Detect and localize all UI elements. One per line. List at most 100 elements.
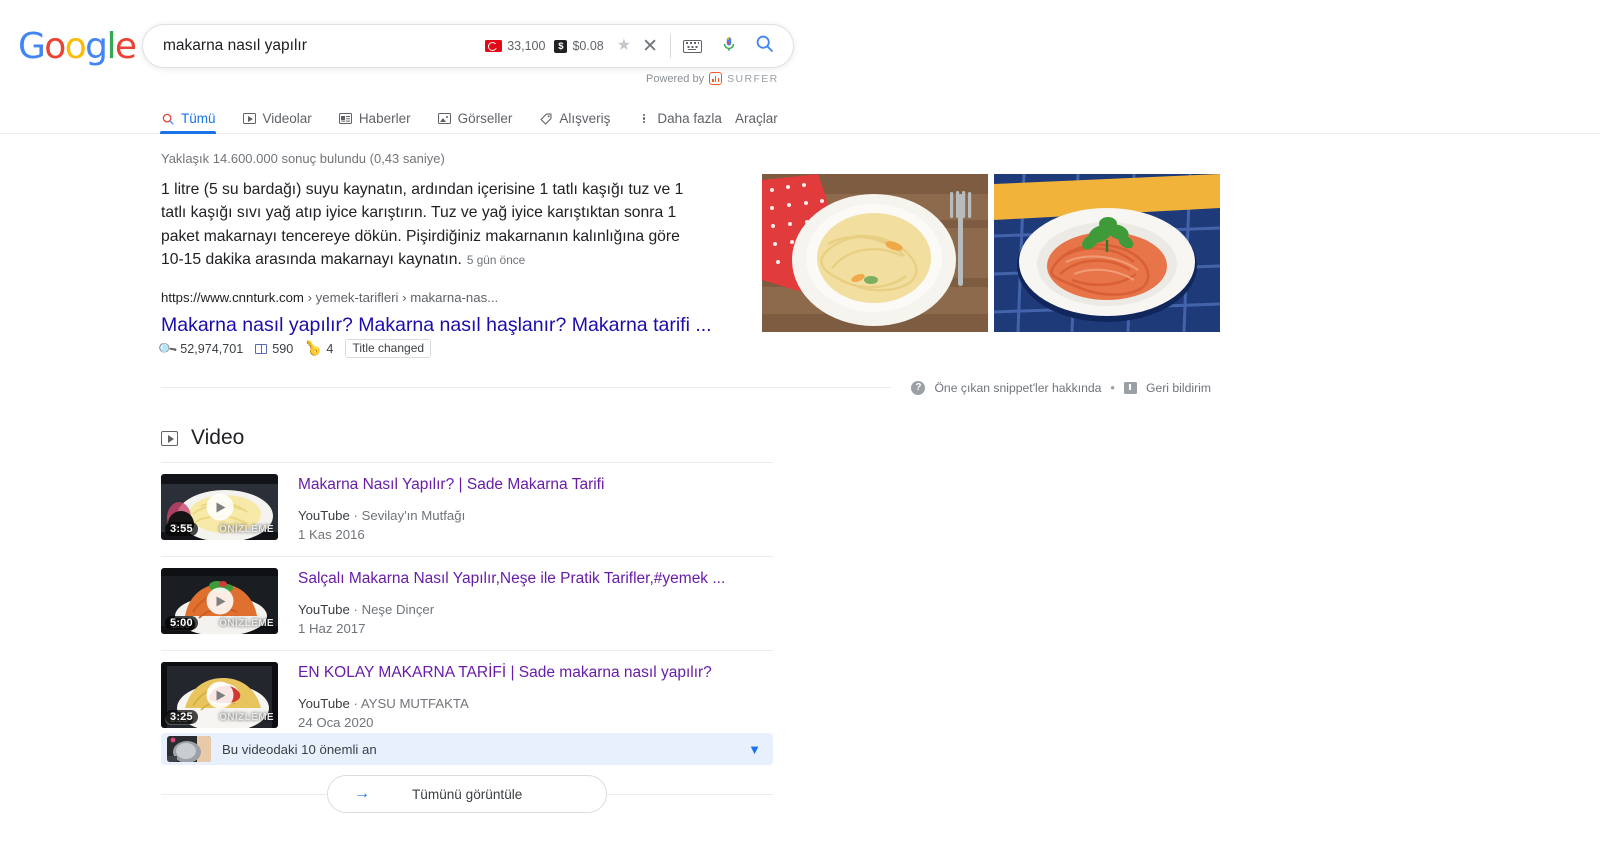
video-duration: 3:55 [165,522,198,536]
search-icon [160,111,175,126]
about-snippets-link[interactable]: Öne çıkan snippet'ler hakkında [934,381,1101,395]
search-submit-icon[interactable] [754,33,775,59]
snippet-image-2[interactable] [994,174,1220,332]
video-meta: Makarna Nasıl Yapılır? | Sade Makarna Ta… [298,474,604,544]
tab-all[interactable]: Tümü [160,103,242,134]
tab-images-label: Görseller [457,111,513,126]
breadcrumb-separator-1: › [307,290,312,305]
google-logo[interactable]: Google [18,26,137,67]
video-meta-separator: · [353,696,358,711]
tab-more[interactable]: Daha fazla [636,103,748,134]
tab-shopping[interactable]: Alışveriş [538,103,636,134]
video-list-item[interactable]: 3:25 3:25 ÖNİZLEME EN KOLAY MAKARNA TARİ… [161,650,773,744]
book-icon [255,343,268,354]
view-all-button[interactable]: → Tümünü görüntüle [327,775,607,813]
video-preview-label: ÖNİZLEME [219,712,274,723]
play-button-icon[interactable] [206,493,233,521]
video-source: YouTube [298,602,350,617]
seo-word-count: 590 [255,342,293,356]
video-channel-name: Neşe Dinçer [361,602,435,617]
snippet-image-1[interactable] [762,174,988,332]
video-results-list: 3:55 3:55 ÖNİZLEME Makarna Nasıl Yapılır… [161,462,773,744]
video-source: YouTube [298,508,350,523]
video-channel-line: YouTube · Sevilay'ın Mutfağı [298,507,604,525]
featured-snippet: 1 litre (5 su bardağı) suyu kaynatın, ar… [161,178,706,272]
news-icon [338,111,353,126]
feedback-link[interactable]: Geri bildirim [1146,381,1211,395]
tab-shopping-label: Alışveriş [559,111,611,126]
search-nav-tabs: Tümü Videolar Haberler Görseller Alışver… [160,103,748,134]
surfer-logo-icon [709,72,723,85]
video-section-title: Video [191,426,245,449]
video-icon [161,430,178,446]
seo-search-volume: 🔍 52,974,701 [156,337,243,360]
video-section-header: Video [161,426,244,450]
result-title-link[interactable]: Makarna nasıl yapılır? Makarna nasıl haş… [161,313,712,338]
tab-videos-label: Videolar [262,111,312,126]
result-url-breadcrumb: https://www.cnnturk.com › yemek-tarifler… [161,289,498,307]
video-list-item[interactable]: 5:00 5:00 ÖNİZLEME Salçalı Makarna Nasıl… [161,556,773,650]
tools-button[interactable]: Araçlar [735,103,778,134]
arrow-right-icon: → [354,785,370,802]
feedback-icon[interactable] [1123,381,1137,394]
video-channel-line: YouTube · Neşe Dinçer [298,601,725,619]
tab-more-label: Daha fazla [657,111,722,126]
logo-letter-g1: G [18,26,46,67]
video-list-item[interactable]: 3:55 3:55 ÖNİZLEME Makarna Nasıl Yapılır… [161,462,773,556]
video-title-link[interactable]: EN KOLAY MAKARNA TARİFİ | Sade makarna n… [298,663,712,683]
video-icon [242,111,257,126]
breadcrumb-separator-2: › [402,290,407,305]
key-moments-bar[interactable]: Bu videodaki 10 önemli an ▼ [161,733,773,765]
search-metrics-group: 33,100 $ $0.08 ★ ✕ [485,37,666,56]
video-thumbnail[interactable]: 3:55 3:55 ÖNİZLEME [161,474,278,540]
close-icon[interactable]: ✕ [642,37,658,56]
snippet-footer: ? Öne çıkan snippet'ler hakkında • Geri … [161,380,1211,395]
help-icon[interactable]: ? [911,380,926,395]
google-search-results-page: Google makarna nasıl yapılır 33,100 $ $0… [0,0,1600,864]
play-button-icon[interactable] [206,587,233,615]
video-thumbnail[interactable]: 5:00 5:00 ÖNİZLEME [161,568,278,634]
image-icon [437,111,452,126]
logo-letter-l: l [106,26,116,67]
tab-all-label: Tümü [181,111,216,126]
powered-by-label: Powered by [646,72,705,85]
search-bar[interactable]: makarna nasıl yapılır 33,100 $ $0.08 ★ ✕ [142,24,794,68]
magnifier-icon: 🔍 [156,337,179,360]
video-duration: 5:00 [165,616,198,630]
snippet-footer-actions: ? Öne çıkan snippet'ler hakkında • Geri … [891,380,1211,395]
video-title-link[interactable]: Salçalı Makarna Nasıl Yapılır,Neşe ile P… [298,569,725,589]
search-input[interactable]: makarna nasıl yapılır [163,37,485,55]
keyboard-icon[interactable] [683,39,702,53]
video-title-link[interactable]: Makarna Nasıl Yapılır? | Sade Makarna Ta… [298,475,604,495]
more-vertical-icon [636,111,651,126]
logo-letter-e: e [114,26,137,67]
powered-by-surfer: Powered by SURFER [646,72,779,85]
seo-keyword-count-value: 4 [326,341,334,356]
video-channel-line: YouTube · AYSU MUTFAKTA [298,695,712,713]
microphone-icon[interactable] [720,33,738,60]
tab-news[interactable]: Haberler [338,103,437,134]
video-thumbnail[interactable]: 3:25 3:25 ÖNİZLEME [161,662,278,728]
view-all-label: Tümünü görüntüle [412,786,523,802]
turkey-flag-icon [485,40,503,52]
video-source: YouTube [298,696,350,711]
video-meta-separator: · [353,508,358,523]
seo-word-count-value: 590 [272,341,294,356]
snippet-images [762,174,1220,332]
result-url-domain: https://www.cnnturk.com [161,290,304,305]
result-url-crumb-2: makarna-nas... [410,290,499,305]
play-button-icon[interactable] [206,681,233,709]
logo-letter-g2: g [85,26,108,67]
snippet-text: 1 litre (5 su bardağı) suyu kaynatın, ar… [161,181,684,269]
view-all-divider-left [161,793,327,795]
chevron-down-icon[interactable]: ▼ [748,743,761,756]
snippet-date: 5 gün önce [466,253,526,268]
key-moments-thumbnail [167,736,211,762]
video-duration: 3:25 [165,710,198,724]
dollar-badge-icon: $ [554,39,568,53]
tab-videos[interactable]: Videolar [242,103,338,134]
tab-images[interactable]: Görseller [437,103,539,134]
surfer-brand-name: SURFER [727,72,779,85]
video-preview-label: ÖNİZLEME [219,524,274,535]
star-icon[interactable]: ★ [617,38,631,54]
